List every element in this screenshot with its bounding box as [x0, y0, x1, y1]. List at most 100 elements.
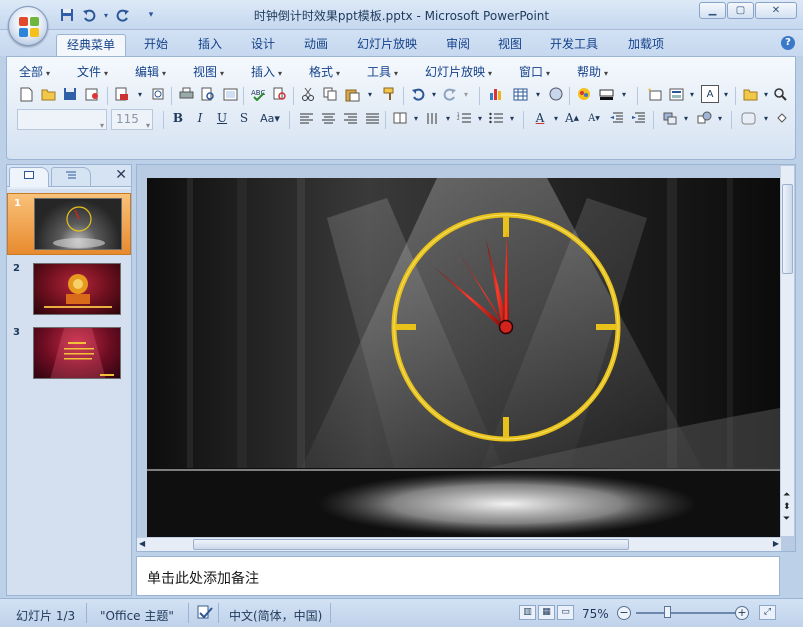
scroll-down-icon[interactable]: ⬍ — [783, 502, 791, 512]
dropdown-arrow-icon[interactable]: ▾ — [615, 85, 633, 103]
notes-pane[interactable]: 单击此处添加备注 — [136, 556, 780, 596]
tab-review[interactable]: 审阅 — [436, 34, 480, 56]
attach-icon[interactable] — [149, 85, 167, 103]
menu-all[interactable]: 全部 ▾ — [19, 63, 50, 80]
tab-slideshow[interactable]: 幻灯片放映 — [347, 34, 427, 56]
scroll-right-icon[interactable]: ▶ — [773, 539, 779, 548]
paste-icon[interactable] — [343, 85, 361, 103]
menu-tools[interactable]: 工具 ▾ — [367, 63, 398, 80]
menu-format[interactable]: 格式 ▾ — [309, 63, 340, 80]
italic-icon[interactable]: I — [191, 109, 209, 127]
permission-icon[interactable] — [83, 85, 101, 103]
tab-design[interactable]: 设计 — [241, 34, 285, 56]
copy-icon[interactable] — [321, 85, 339, 103]
dropdown-arrow-icon[interactable]: ▾ — [529, 85, 547, 103]
bold-icon[interactable]: B — [169, 109, 187, 127]
find-icon[interactable] — [771, 85, 789, 103]
horizontal-scrollbar[interactable]: ◀ ▶ — [137, 537, 781, 551]
print-preview-icon[interactable] — [199, 85, 217, 103]
vertical-scrollbar[interactable]: ⏶ ⬍ ⏷ — [780, 166, 794, 536]
justify-icon[interactable] — [363, 109, 381, 127]
open-folder-icon[interactable] — [39, 85, 57, 103]
language-status[interactable]: 中文(简体，中国) — [229, 607, 322, 624]
align-center-icon[interactable] — [319, 109, 337, 127]
new-document-icon[interactable] — [17, 85, 35, 103]
next-slide-icon[interactable]: ⏷ — [783, 514, 790, 524]
spelling-icon[interactable]: ABC — [249, 85, 267, 103]
dropdown-arrow-icon[interactable]: ▾ — [717, 85, 735, 103]
dropdown-arrow-icon[interactable]: ▾ — [683, 85, 701, 103]
spelling-status-icon[interactable] — [196, 604, 214, 623]
minimize-button[interactable]: ▁ — [699, 2, 726, 19]
tab-home[interactable]: 开始 — [134, 34, 178, 56]
shrink-font-icon[interactable]: A ▼ — [585, 109, 603, 127]
shape-fill-icon[interactable] — [773, 109, 791, 127]
slide-thumbnail-2[interactable]: 2 — [7, 259, 131, 321]
save-icon[interactable] — [61, 85, 79, 103]
clipart-icon[interactable] — [547, 85, 565, 103]
vertical-scroll-thumb[interactable] — [782, 184, 793, 274]
zoom-out-icon[interactable]: − — [617, 606, 631, 620]
horizontal-scroll-thumb[interactable] — [193, 539, 629, 550]
menu-window[interactable]: 窗口 ▾ — [519, 63, 550, 80]
dropdown-arrow-icon[interactable]: ▾ — [677, 109, 695, 127]
zoom-slider-knob[interactable] — [664, 606, 671, 618]
dropdown-arrow-icon[interactable]: ▾ — [711, 109, 729, 127]
increase-indent-icon[interactable] — [629, 109, 647, 127]
tab-view[interactable]: 视图 — [488, 34, 532, 56]
page-setup-icon[interactable] — [221, 85, 239, 103]
align-left-icon[interactable] — [297, 109, 315, 127]
maximize-button[interactable]: ▢ — [727, 2, 754, 19]
scroll-left-icon[interactable]: ◀ — [139, 539, 145, 548]
close-button[interactable]: ✕ — [755, 2, 797, 19]
dropdown-arrow-icon[interactable]: ▾ — [457, 85, 475, 103]
dropdown-arrow-icon[interactable]: ▾ — [131, 85, 149, 103]
shadow-icon[interactable]: S — [235, 109, 253, 127]
menu-insert[interactable]: 插入 ▾ — [251, 63, 282, 80]
underline-icon[interactable]: U — [213, 109, 231, 127]
menu-file[interactable]: 文件 ▾ — [77, 63, 108, 80]
export-pdf-icon[interactable] — [113, 85, 131, 103]
office-button[interactable] — [8, 6, 48, 46]
research-icon[interactable] — [271, 85, 289, 103]
align-right-icon[interactable] — [341, 109, 359, 127]
current-slide[interactable] — [147, 178, 780, 537]
menu-view[interactable]: 视图 ▾ — [193, 63, 224, 80]
fit-to-window-icon[interactable]: ⤢ — [759, 605, 776, 620]
zoom-in-icon[interactable]: + — [735, 606, 749, 620]
slideshow-view-icon[interactable]: ▭ — [557, 605, 574, 620]
outline-tab[interactable] — [51, 167, 91, 187]
font-name-box[interactable]: ▾ — [17, 109, 107, 130]
menu-slideshow[interactable]: 幻灯片放映 ▾ — [425, 63, 492, 80]
insert-picture-icon[interactable] — [575, 85, 593, 103]
previous-slide-icon[interactable]: ⏶ — [783, 490, 790, 500]
menu-edit[interactable]: 编辑 ▾ — [135, 63, 166, 80]
decrease-indent-icon[interactable] — [607, 109, 625, 127]
tab-classic-menu[interactable]: 经典菜单 — [56, 34, 127, 56]
font-size-box[interactable]: 115 ▾ — [111, 109, 153, 130]
dropdown-arrow-icon[interactable]: ▾ — [503, 109, 521, 127]
slide-thumbnail-3[interactable]: 3 — [7, 323, 131, 385]
grow-font-icon[interactable]: A ▲ — [563, 109, 581, 127]
chart-icon[interactable] — [487, 85, 505, 103]
change-case-icon[interactable]: Aa▾ — [257, 109, 283, 127]
quick-styles-icon[interactable] — [739, 109, 757, 127]
table-icon[interactable] — [511, 85, 529, 103]
slides-tab[interactable] — [9, 167, 49, 187]
print-icon[interactable] — [177, 85, 195, 103]
slide-sorter-icon[interactable]: ▦ — [538, 605, 555, 620]
fill-color-icon[interactable] — [597, 85, 615, 103]
normal-view-icon[interactable]: ▥ — [519, 605, 536, 620]
close-pane-icon[interactable]: ✕ — [115, 167, 127, 183]
slide-thumbnail-1[interactable]: 1 — [7, 193, 131, 255]
tab-insert[interactable]: 插入 — [188, 34, 232, 56]
cut-icon[interactable] — [299, 85, 317, 103]
dropdown-arrow-icon[interactable]: ▾ — [361, 85, 379, 103]
zoom-level[interactable]: 75% — [582, 607, 609, 621]
zoom-slider[interactable] — [636, 612, 736, 614]
new-slide-icon[interactable] — [645, 85, 663, 103]
tab-addins[interactable]: 加载项 — [618, 34, 674, 56]
format-painter-icon[interactable] — [381, 85, 399, 103]
tab-developer[interactable]: 开发工具 — [540, 34, 608, 56]
tab-animations[interactable]: 动画 — [294, 34, 338, 56]
